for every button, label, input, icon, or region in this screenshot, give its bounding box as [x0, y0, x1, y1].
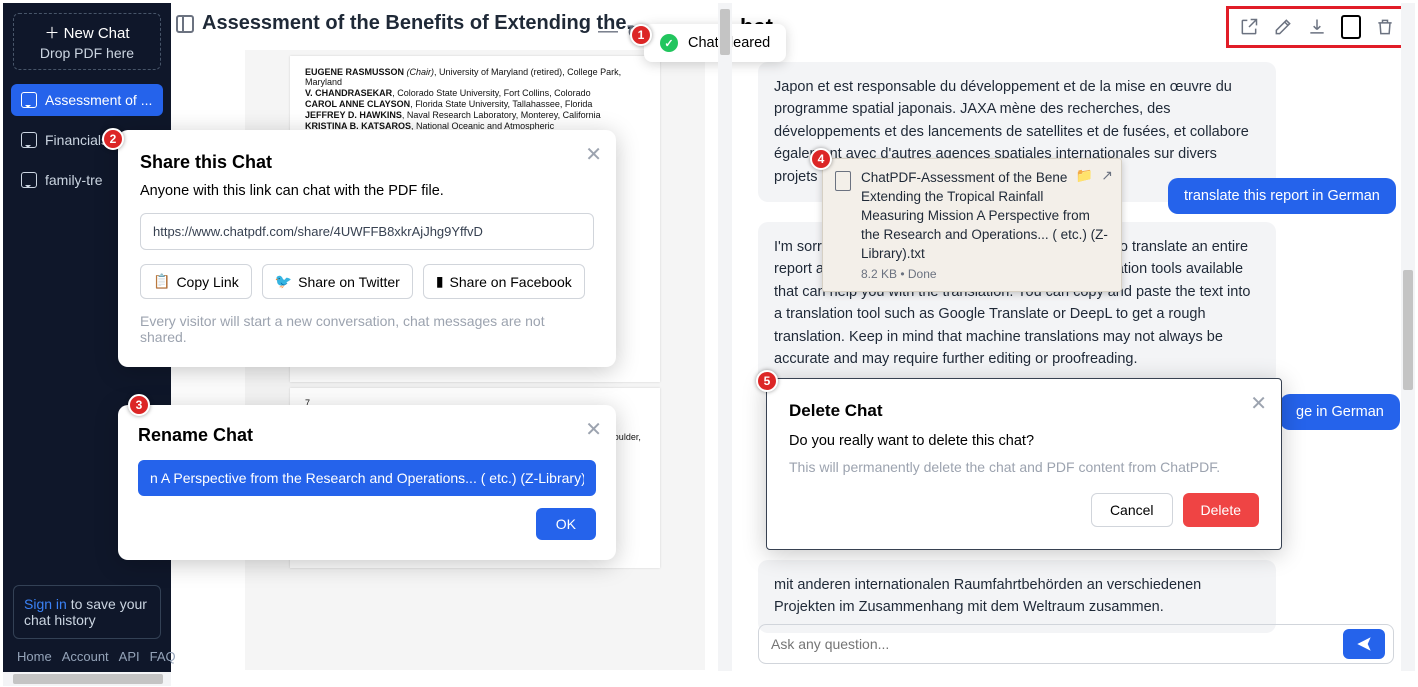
chat-icon	[21, 92, 37, 108]
select-icon[interactable]	[1341, 15, 1361, 39]
ok-button[interactable]: OK	[536, 508, 596, 540]
chat-icon	[21, 132, 37, 148]
footer-faq[interactable]: FAQ	[150, 649, 176, 664]
pdf-scrollbar[interactable]	[718, 3, 732, 671]
new-chat-button[interactable]: ＋ New Chat Drop PDF here	[13, 13, 161, 70]
callout-1: 1	[630, 24, 652, 46]
pdf-header: Assessment of the Benefits of Extending …	[176, 12, 643, 35]
footer-api[interactable]: API	[119, 649, 140, 664]
sidebar-item-assessment[interactable]: Assessment of ...	[11, 84, 163, 116]
delete-title: Delete Chat	[789, 401, 1259, 421]
chat-actions-toolbar	[1226, 6, 1408, 48]
new-chat-label: New Chat	[64, 25, 130, 42]
toast-chat-cleared: ✓ Chat cleared	[644, 24, 786, 62]
share-url[interactable]: https://www.chatpdf.com/share/4UWFFB8xkr…	[140, 213, 594, 250]
rename-input[interactable]	[138, 460, 596, 496]
cancel-button[interactable]: Cancel	[1091, 493, 1173, 527]
download-icon[interactable]	[1307, 17, 1327, 37]
open-icon[interactable]: ↗	[1101, 167, 1113, 184]
check-icon: ✓	[660, 34, 678, 52]
sidebar-item-label: family-tre	[45, 172, 103, 188]
download-meta: 8.2 KB • Done	[861, 267, 1109, 281]
download-popup: ChatPDF-Assessment of the Bene Extending…	[822, 158, 1122, 292]
close-icon[interactable]: ✕	[1250, 391, 1267, 416]
panel-toggle-icon[interactable]	[176, 15, 194, 33]
delete-button[interactable]: Delete	[1183, 493, 1259, 527]
chat-input[interactable]	[771, 636, 1343, 652]
file-icon	[835, 171, 851, 191]
footer-account[interactable]: Account	[62, 649, 109, 664]
close-icon[interactable]: ✕	[585, 417, 602, 442]
delete-question: Do you really want to delete this chat?	[789, 433, 1259, 449]
share-modal: ✕ Share this Chat Anyone with this link …	[118, 130, 616, 367]
delete-warning: This will permanently delete the chat an…	[789, 459, 1259, 475]
signin-link[interactable]: Sign in	[24, 596, 67, 612]
assistant-message: mit anderen internationalen Raumfahrtbeh…	[758, 560, 1276, 633]
sidebar-scrollbar-h[interactable]	[3, 672, 171, 686]
pdf-title: Assessment of the Benefits of Extending …	[202, 12, 643, 35]
user-message: ge in German	[1280, 394, 1400, 430]
share-title: Share this Chat	[140, 152, 594, 173]
edit-icon[interactable]	[1273, 17, 1293, 37]
share-facebook-button[interactable]: ▮ Share on Facebook	[423, 264, 585, 299]
minus-icon[interactable]: —	[598, 20, 618, 45]
folder-icon[interactable]: 📁	[1076, 167, 1093, 184]
rename-title: Rename Chat	[138, 425, 596, 446]
callout-3: 3	[128, 394, 150, 416]
chat-input-container	[758, 624, 1394, 664]
signin-box: Sign in to save your chat history	[13, 585, 161, 639]
share-icon[interactable]	[1239, 17, 1259, 37]
send-icon	[1356, 636, 1372, 652]
trash-icon[interactable]	[1375, 17, 1395, 37]
sidebar-item-label: Assessment of ...	[45, 92, 152, 108]
share-subtitle: Anyone with this link can chat with the …	[140, 183, 594, 199]
chat-scrollbar[interactable]	[1401, 3, 1415, 671]
footer-home[interactable]: Home	[17, 649, 52, 664]
callout-4: 4	[810, 148, 832, 170]
user-message: translate this report in German	[1168, 178, 1396, 214]
send-button[interactable]	[1343, 629, 1385, 659]
download-filename: ChatPDF-Assessment of the Bene Extending…	[861, 169, 1109, 263]
delete-modal: ✕ Delete Chat Do you really want to dele…	[766, 378, 1282, 550]
drop-pdf-hint: Drop PDF here	[22, 45, 152, 61]
share-note: Every visitor will start a new conversat…	[140, 313, 594, 345]
sidebar-item-label: Financials	[45, 132, 108, 148]
rename-modal: ✕ Rename Chat OK	[118, 405, 616, 560]
share-twitter-button[interactable]: 🐦 Share on Twitter	[262, 264, 413, 299]
copy-link-button[interactable]: 📋 Copy Link	[140, 264, 252, 299]
chat-icon	[21, 172, 37, 188]
callout-5: 5	[756, 370, 778, 392]
close-icon[interactable]: ✕	[585, 142, 602, 167]
callout-2: 2	[102, 128, 124, 150]
